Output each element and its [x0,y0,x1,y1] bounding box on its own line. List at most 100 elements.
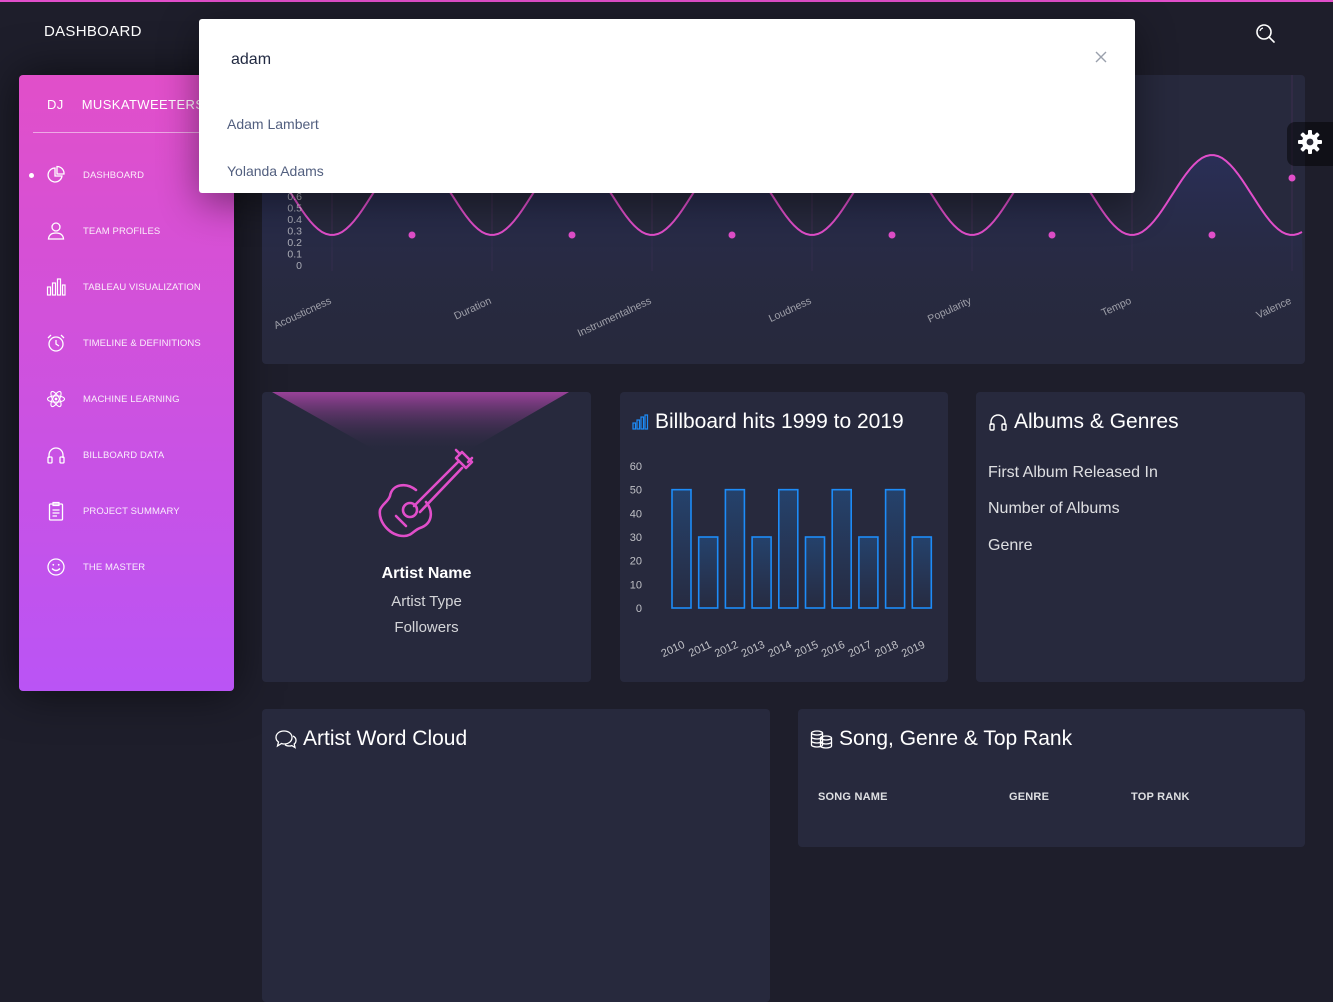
guitar-icon [376,444,478,549]
artist-card: Artist Name Artist Type Followers [262,392,591,682]
bar-2018 [884,488,906,609]
data-point [1048,231,1056,239]
y-tick-label: 0.1 [287,249,302,261]
word-cloud-title-text: Artist Word Cloud [303,727,468,750]
data-point [408,231,416,239]
gear-icon [1297,129,1323,160]
bar-chart-icon [45,276,67,298]
column-header-song-name[interactable]: SONG NAME [818,791,888,803]
y-tick-label: 20 [630,556,642,568]
sidebar-item-tableau-visualization[interactable]: TABLEAU VISUALIZATION [19,267,234,307]
y-tick-label: 0 [296,260,302,272]
word-cloud-title: Artist Word Cloud [275,727,467,751]
number-of-albums-label: Number of Albums [988,500,1120,517]
alarm-clock-icon [45,332,67,354]
data-point [1208,231,1216,239]
x-tick-label: 2019 [900,639,927,660]
y-tick-label: 0.4 [287,214,302,226]
albums-title: Albums & Genres [988,410,1179,434]
search-result-item[interactable]: Yolanda Adams [227,163,324,179]
sidebar-item-machine-learning[interactable]: MACHINE LEARNING [19,379,234,419]
bar-2017 [858,536,879,609]
x-tick-label: 2013 [740,639,767,660]
x-tick-label: 2012 [713,639,740,660]
bar-2012 [724,488,746,609]
artist-followers: Followers [394,619,459,636]
user-icon [45,220,67,242]
bar-2014 [778,488,799,609]
bar-2013 [751,536,772,609]
genre-label: Genre [988,537,1033,554]
x-tick-label: 2018 [873,639,900,660]
word-cloud-card: Artist Word Cloud [262,709,770,1002]
headphones-icon [988,412,1008,432]
y-tick-label: 0 [636,603,642,615]
y-tick-label: 0.3 [287,226,302,238]
y-tick-label: 0.5 [287,203,302,215]
albums-title-text: Albums & Genres [1014,410,1179,433]
y-tick-label: 10 [630,579,642,591]
sidebar-item-team-profiles[interactable]: TEAM PROFILES [19,211,234,251]
billboard-bar-chart: 0102030405060 2010 2011 2012 2013 2014 2015 20… [630,461,933,660]
coins-icon [810,729,833,749]
data-point [1288,174,1296,182]
artist-type: Artist Type [391,593,462,610]
x-tick-label: 2014 [766,639,793,660]
search-modal: Adam Lambert Yolanda Adams [199,19,1135,193]
x-tick-label: 2016 [820,639,847,660]
songs-card: Song, Genre & Top Rank SONG NAME GENRE T… [798,709,1305,847]
logo-mini: DJ [47,97,64,112]
settings-toggle[interactable] [1287,122,1333,166]
y-tick-label: 50 [630,485,642,497]
billboard-card: Billboard hits 1999 to 2019 0 10 20 30 40 50 6… [620,392,948,682]
sidebar-item-label: MACHINE LEARNING [83,393,180,405]
y-tick-label: 40 [630,508,642,520]
pie-chart-icon [45,164,67,186]
smile-icon [45,556,67,578]
sidebar-logo[interactable]: DJ MUSKATWEETERS [47,97,204,112]
y-tick-label: 30 [630,532,642,544]
data-point [728,231,736,239]
sidebar-item-label: DASHBOARD [83,169,145,181]
bar-2016 [831,488,852,609]
x-tick-label: 2015 [793,639,820,660]
sidebar-item-label: THE MASTER [83,561,146,573]
sidebar-item-timeline-definitions[interactable]: TIMELINE & DEFINITIONS [19,323,234,363]
close-icon[interactable] [1093,49,1109,65]
y-tick-label: 0.2 [287,237,302,249]
bar-2010 [671,488,692,609]
albums-genres-card: Albums & Genres First Album Released In … [976,392,1305,682]
artist-name: Artist Name [381,565,472,582]
bar-2015 [804,536,826,609]
navbar-brand[interactable]: DASHBOARD [44,23,142,40]
search-result-item[interactable]: Adam Lambert [227,116,319,132]
bar-2011 [697,536,719,609]
headphones-icon [45,444,67,466]
bar-2019 [911,536,933,609]
column-header-genre[interactable]: GENRE [1009,791,1049,803]
sidebar-item-label: TIMELINE & DEFINITIONS [83,337,201,349]
sidebar-item-label: BILLBOARD DATA [83,449,165,461]
x-tick-label: 2010 [660,639,687,660]
sidebar-item-the-master[interactable]: THE MASTER [19,547,234,587]
x-tick-label: 2017 [846,639,873,660]
songs-title: Song, Genre & Top Rank [810,727,1072,751]
chat-bubbles-icon [275,729,297,749]
sidebar-item-label: TABLEAU VISUALIZATION [83,281,201,293]
clipboard-icon [45,500,67,522]
x-tick-label: 2011 [687,639,714,660]
top-accent-line [0,0,1333,2]
sidebar-item-billboard-data[interactable]: BILLBOARD DATA [19,435,234,475]
search-input[interactable] [221,47,1081,73]
sidebar-item-label: PROJECT SUMMARY [83,505,180,517]
search-icon[interactable] [1254,22,1276,44]
sidebar-item-project-summary[interactable]: PROJECT SUMMARY [19,491,234,531]
data-point [568,231,576,239]
y-tick-label: 60 [630,461,642,473]
column-header-top-rank[interactable]: TOP RANK [1131,791,1190,803]
songs-title-text: Song, Genre & Top Rank [839,727,1073,750]
active-indicator [29,172,34,178]
sidebar-item-label: TEAM PROFILES [83,225,161,237]
atom-icon [45,388,67,410]
logo-text: MUSKATWEETERS [81,97,205,112]
